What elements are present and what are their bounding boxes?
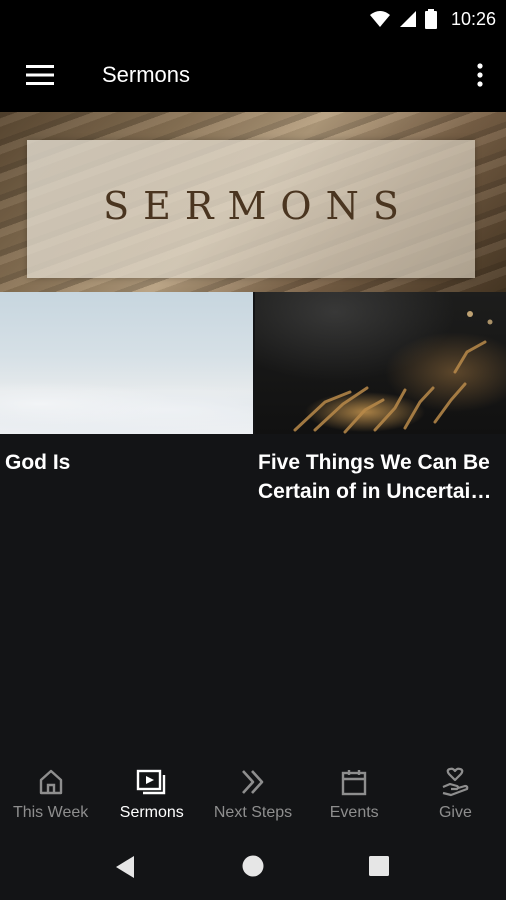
sermon-thumbnail-clouds: [0, 292, 253, 434]
more-vert-icon: [477, 63, 483, 87]
give-heart-icon: [439, 766, 471, 798]
page-title: Sermons: [102, 62, 191, 87]
home-icon: [35, 766, 67, 798]
nav-label: Events: [329, 804, 379, 821]
hamburger-menu-icon: [26, 65, 54, 85]
sermon-card[interactable]: Five Things We Can Be Certain of in Unce…: [255, 292, 506, 506]
hero-plate: SERMONS: [27, 140, 475, 278]
sermon-card[interactable]: God Is: [0, 292, 253, 477]
nav-label: Next Steps: [213, 804, 293, 821]
menu-button[interactable]: [20, 58, 60, 92]
sermon-title: God Is: [5, 451, 71, 474]
status-time: 10:26: [450, 8, 496, 29]
nav-item-give[interactable]: Give: [405, 750, 506, 838]
system-home-button[interactable]: [242, 855, 264, 882]
nav-item-sermons[interactable]: Sermons: [101, 750, 202, 838]
nav-item-next-steps[interactable]: Next Steps: [202, 750, 303, 838]
system-back-button[interactable]: [114, 855, 136, 884]
battery-icon: [424, 9, 437, 29]
wifi-icon: [369, 11, 390, 27]
sermon-thumbnail-hands: [255, 292, 506, 434]
status-bar: 10:26: [0, 0, 506, 38]
bottom-navigation: This Week Sermons Next Steps Events Give: [0, 750, 506, 838]
nav-item-this-week[interactable]: This Week: [0, 750, 101, 838]
nav-label: Sermons: [119, 804, 184, 821]
sermon-title: Five Things We Can Be Certain of in Unce…: [258, 451, 490, 503]
system-navigation-bar: [0, 838, 506, 900]
cellular-signal-icon: [399, 11, 416, 27]
hero-banner: SERMONS: [0, 112, 506, 292]
back-triangle-icon: [116, 856, 134, 878]
system-recents-button[interactable]: [368, 855, 390, 882]
app-bar: Sermons: [0, 38, 506, 112]
calendar-icon: [338, 766, 370, 798]
nav-item-events[interactable]: Events: [304, 750, 405, 838]
status-icons: 10:26: [369, 7, 496, 31]
double-chevron-right-icon: [237, 766, 269, 798]
hero-title: SERMONS: [103, 184, 413, 228]
overflow-menu-button[interactable]: [470, 58, 490, 92]
raised-hands-image: [293, 311, 493, 434]
recents-square-icon: [369, 856, 389, 876]
nav-label: This Week: [12, 804, 89, 821]
home-circle-icon: [242, 855, 264, 877]
nav-label: Give: [438, 804, 472, 821]
video-library-icon: [136, 766, 168, 798]
